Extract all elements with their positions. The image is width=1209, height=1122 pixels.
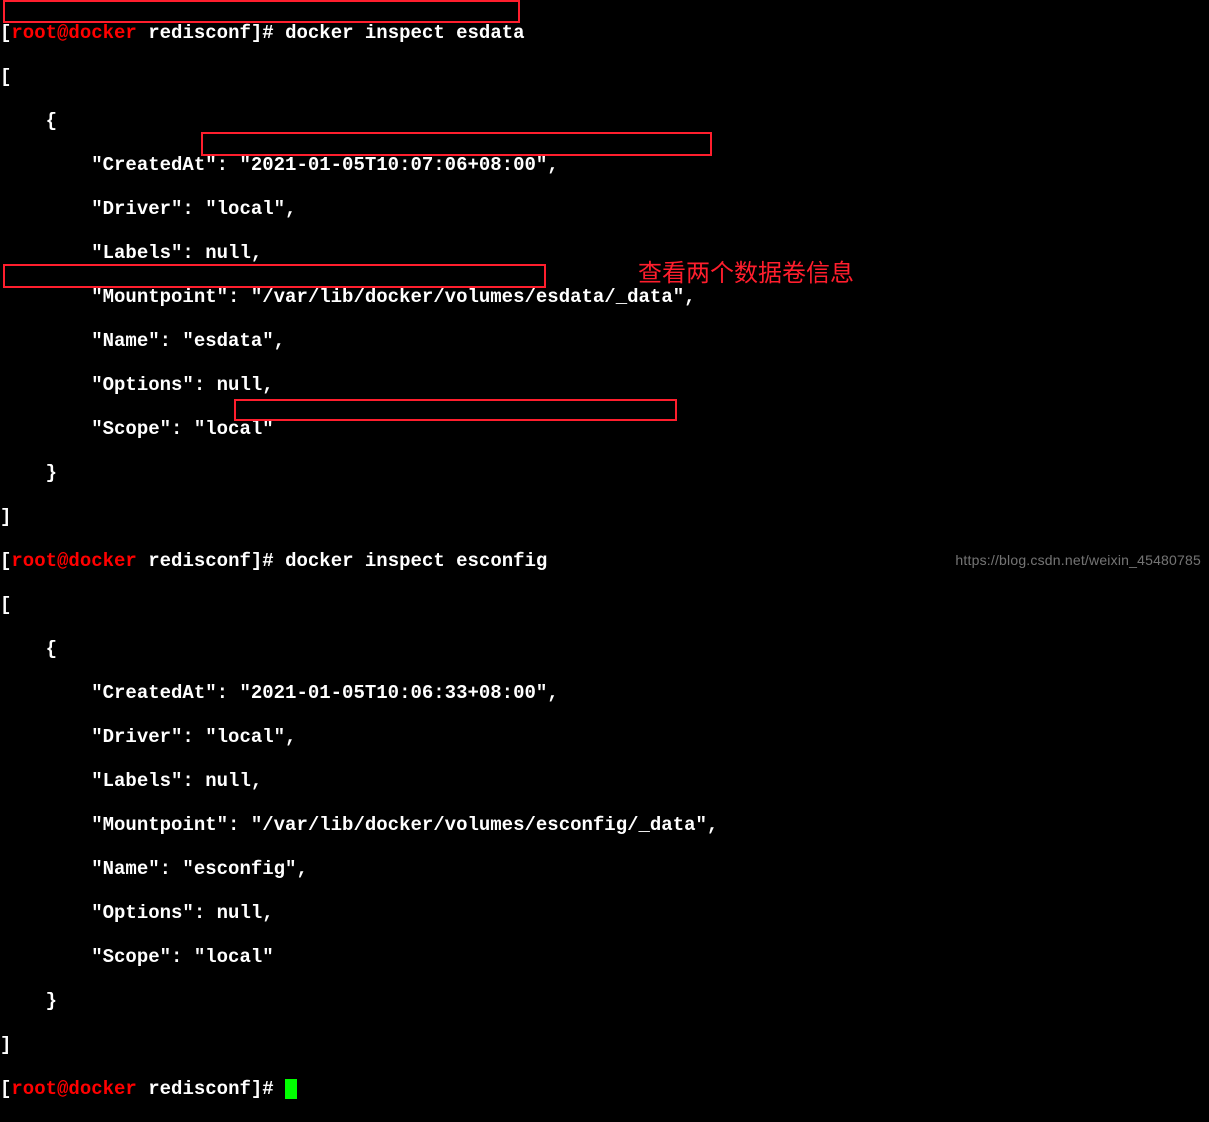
output-line: "Scope": "local" [0, 418, 1209, 440]
prompt-space [137, 550, 148, 572]
output-line: { [0, 638, 1209, 660]
output-line: [ [0, 66, 1209, 88]
output-line: "Labels": null, [0, 242, 1209, 264]
cursor[interactable] [285, 1079, 297, 1099]
prompt-host: docker [68, 550, 136, 572]
output-line: "Driver": "local", [0, 726, 1209, 748]
output-line: "CreatedAt": "2021-01-05T10:06:33+08:00"… [0, 682, 1209, 704]
prompt-open-bracket: [ [0, 22, 11, 44]
prompt-at: @ [57, 22, 68, 44]
prompt-close-bracket: ] [251, 1078, 262, 1100]
prompt-line-3: [root@docker redisconf]# [0, 1078, 1209, 1100]
prompt-open-bracket: [ [0, 550, 11, 572]
output-line: ] [0, 506, 1209, 528]
output-line: } [0, 462, 1209, 484]
output-line-mountpoint-2: "Mountpoint": "/var/lib/docker/volumes/e… [0, 814, 1209, 836]
output-line-mountpoint-1: "Mountpoint": "/var/lib/docker/volumes/e… [0, 286, 1209, 308]
prompt-space [137, 22, 148, 44]
watermark: https://blog.csdn.net/weixin_45480785 [955, 549, 1201, 571]
prompt-at: @ [57, 550, 68, 572]
prompt-close-bracket: ] [251, 22, 262, 44]
prompt-user: root [11, 550, 57, 572]
prompt-host: docker [68, 22, 136, 44]
output-line: ] [0, 1034, 1209, 1056]
prompt-user: root [11, 1078, 57, 1100]
output-line: "Labels": null, [0, 770, 1209, 792]
output-line: { [0, 110, 1209, 132]
prompt-close-bracket: ] [251, 550, 262, 572]
mp2-a: "Mountpoint": [0, 814, 251, 836]
output-line: [ [0, 594, 1209, 616]
prompt-line-1: [root@docker redisconf]# docker inspect … [0, 22, 1209, 44]
output-line: "Name": "esdata", [0, 330, 1209, 352]
output-line: "Options": null, [0, 902, 1209, 924]
mp2-b: "/var/lib/docker/volumes/esconfig/_data"… [251, 814, 718, 836]
prompt-user: root [11, 22, 57, 44]
prompt-path: redisconf [148, 22, 251, 44]
prompt-hash: # [262, 22, 285, 44]
mp1-b: ": "/var/lib/docker/volumes/esdata/_data… [217, 286, 696, 308]
output-line: "CreatedAt": "2021-01-05T10:07:06+08:00"… [0, 154, 1209, 176]
prompt-open-bracket: [ [0, 1078, 11, 1100]
mp1-a: "Mountpoint [0, 286, 217, 308]
prompt-path: redisconf [148, 550, 251, 572]
prompt-path: redisconf [148, 1078, 251, 1100]
output-line: "Scope": "local" [0, 946, 1209, 968]
prompt-hash: # [262, 550, 285, 572]
command-2: docker inspect esconfig [285, 550, 547, 572]
output-line: "Name": "esconfig", [0, 858, 1209, 880]
output-line: "Options": null, [0, 374, 1209, 396]
command-1: docker inspect esdata [285, 22, 524, 44]
output-line: } [0, 990, 1209, 1012]
prompt-at: @ [57, 1078, 68, 1100]
prompt-hash: # [262, 1078, 285, 1100]
prompt-space [137, 1078, 148, 1100]
prompt-host: docker [68, 1078, 136, 1100]
output-line: "Driver": "local", [0, 198, 1209, 220]
